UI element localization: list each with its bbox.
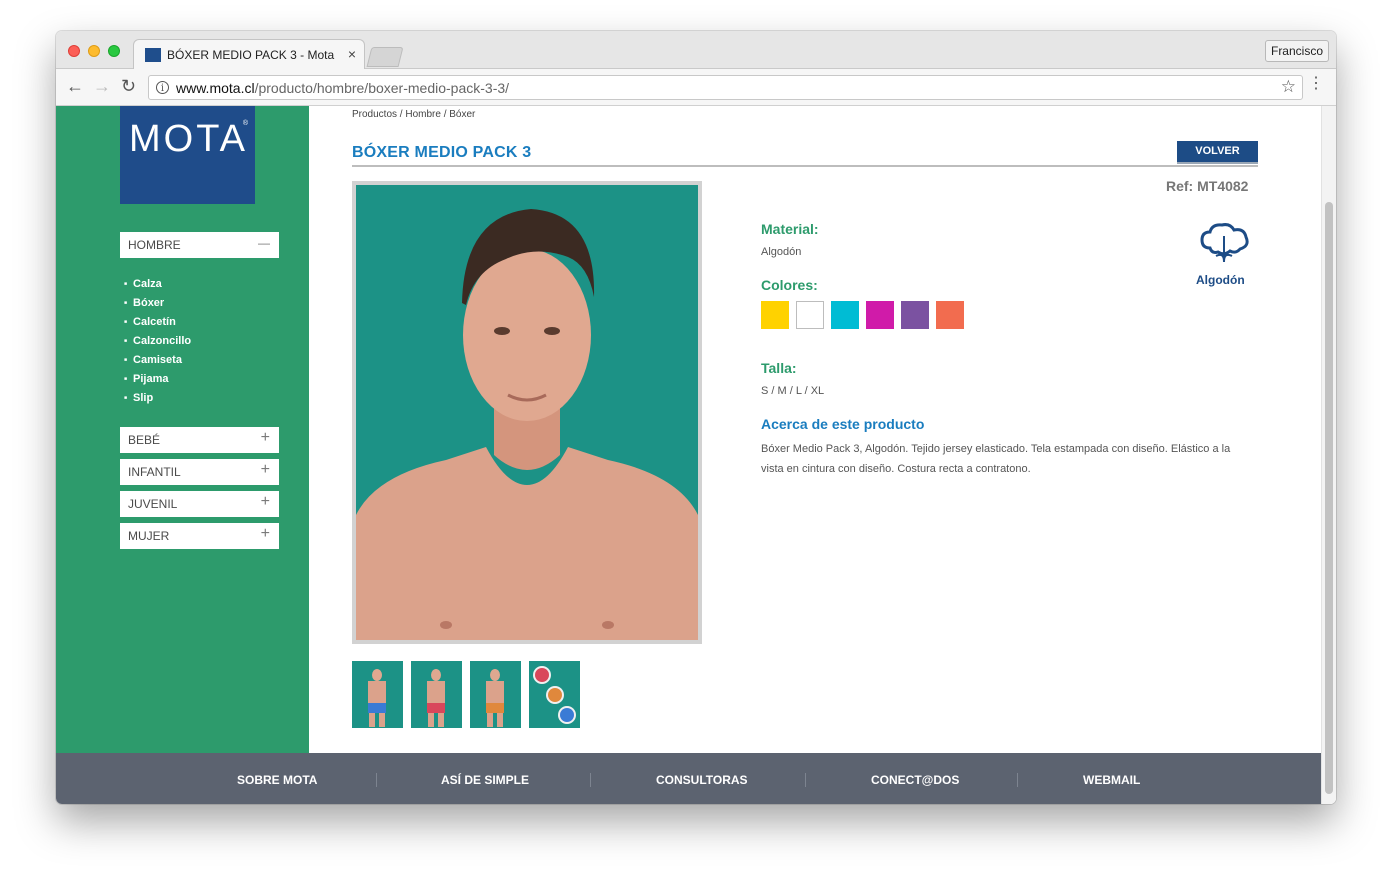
footer-separator bbox=[376, 773, 377, 787]
thumbnail-3[interactable] bbox=[470, 661, 521, 728]
subcategory-item[interactable]: Camiseta bbox=[124, 354, 191, 373]
thumbnail-illustration bbox=[470, 661, 521, 728]
main-content: Productos / Hombre / Bóxer BÓXER MEDIO P… bbox=[309, 106, 1321, 753]
browser-toolbar: ← → ↻ i www.mota.cl/producto/hombre/boxe… bbox=[56, 69, 1336, 106]
footer: SOBRE MOTA ASÍ DE SIMPLE CONSULTORAS CON… bbox=[56, 753, 1321, 804]
mota-logo[interactable]: MOTA ® bbox=[120, 106, 255, 204]
color-swatch-orange[interactable] bbox=[936, 301, 964, 329]
logo-registered-mark: ® bbox=[242, 120, 248, 127]
cotton-icon bbox=[1200, 223, 1249, 263]
category-label: HOMBRE bbox=[128, 238, 181, 252]
browser-window: BÓXER MEDIO PACK 3 - Mota × Francisco ← … bbox=[56, 31, 1336, 804]
collapse-icon[interactable]: — bbox=[258, 236, 270, 250]
category-hombre[interactable]: HOMBRE — bbox=[120, 232, 279, 258]
scrollbar-thumb[interactable] bbox=[1325, 202, 1333, 794]
about-text: Bóxer Medio Pack 3, Algodón. Tejido jers… bbox=[761, 443, 1231, 475]
close-tab-icon[interactable]: × bbox=[348, 46, 356, 62]
about-title: Acerca de este producto bbox=[761, 416, 925, 432]
color-swatch-purple[interactable] bbox=[901, 301, 929, 329]
zoom-window-button[interactable] bbox=[108, 45, 120, 57]
footer-separator bbox=[1017, 773, 1018, 787]
subcategory-list: Calza Bóxer Calcetín Calzoncillo Camiset… bbox=[124, 278, 191, 411]
bookmark-star-icon[interactable]: ☆ bbox=[1281, 77, 1296, 97]
expand-icon[interactable]: + bbox=[261, 525, 270, 543]
footer-link-asi-de-simple[interactable]: ASÍ DE SIMPLE bbox=[441, 773, 529, 787]
subcategory-item[interactable]: Calcetín bbox=[124, 316, 191, 335]
subcategory-item[interactable]: Calzoncillo bbox=[124, 335, 191, 354]
product-ref: Ref: MT4082 bbox=[1166, 178, 1249, 194]
thumbnail-4[interactable] bbox=[529, 661, 580, 728]
profile-button[interactable]: Francisco bbox=[1265, 40, 1329, 62]
thumbnail-illustration bbox=[352, 661, 403, 728]
browser-tab[interactable]: BÓXER MEDIO PACK 3 - Mota × bbox=[133, 39, 365, 69]
size-value: S / M / L / XL bbox=[761, 385, 825, 397]
expand-icon[interactable]: + bbox=[261, 461, 270, 479]
color-swatch-white[interactable] bbox=[796, 301, 824, 329]
address-bar[interactable]: i www.mota.cl/producto/hombre/boxer-medi… bbox=[148, 75, 1303, 100]
sidebar: MOTA ® HOMBRE — Calza Bóxer Calcetín Cal… bbox=[56, 106, 309, 753]
footer-link-conectados[interactable]: CONECT@DOS bbox=[871, 773, 959, 787]
footer-link-consultoras[interactable]: CONSULTORAS bbox=[656, 773, 748, 787]
category-label: JUVENIL bbox=[128, 497, 178, 511]
material-value: Algodón bbox=[761, 246, 802, 258]
product-photo bbox=[356, 185, 698, 640]
browser-menu-icon[interactable]: ⋮ bbox=[1308, 76, 1324, 92]
color-swatch-magenta[interactable] bbox=[866, 301, 894, 329]
main-product-image[interactable] bbox=[352, 181, 702, 644]
expand-icon[interactable]: + bbox=[261, 429, 270, 447]
category-juvenil[interactable]: JUVENIL + bbox=[120, 491, 279, 517]
thumbnail-illustration bbox=[529, 661, 580, 728]
category-label: INFANTIL bbox=[128, 465, 181, 479]
thumbnail-illustration bbox=[411, 661, 462, 728]
footer-link-webmail[interactable]: WEBMAIL bbox=[1083, 773, 1140, 787]
thumbnail-2[interactable] bbox=[411, 661, 462, 728]
tab-title: BÓXER MEDIO PACK 3 - Mota bbox=[167, 48, 335, 62]
subcategory-item[interactable]: Slip bbox=[124, 392, 191, 411]
subcategory-item[interactable]: Bóxer bbox=[124, 297, 191, 316]
title-divider bbox=[352, 165, 1258, 167]
url-path: /producto/hombre/boxer-medio-pack-3-3/ bbox=[254, 80, 510, 96]
back-arrow-icon[interactable]: ← bbox=[66, 77, 84, 95]
url-text[interactable]: www.mota.cl/producto/hombre/boxer-medio-… bbox=[176, 80, 509, 96]
page-title: BÓXER MEDIO PACK 3 bbox=[352, 144, 532, 161]
url-host: www.mota.cl bbox=[176, 80, 255, 96]
favicon-icon bbox=[145, 48, 161, 62]
subcategory-item[interactable]: Pijama bbox=[124, 373, 191, 392]
new-tab-button[interactable] bbox=[366, 47, 404, 67]
footer-separator bbox=[805, 773, 806, 787]
category-infantil[interactable]: INFANTIL + bbox=[120, 459, 279, 485]
vertical-scrollbar[interactable] bbox=[1321, 106, 1336, 804]
footer-link-sobre-mota[interactable]: SOBRE MOTA bbox=[237, 773, 317, 787]
page-viewport: MOTA ® HOMBRE — Calza Bóxer Calcetín Cal… bbox=[56, 106, 1336, 804]
cotton-badge-label: Algodón bbox=[1196, 273, 1245, 287]
footer-separator bbox=[590, 773, 591, 787]
material-label: Material: bbox=[761, 221, 819, 237]
colors-label: Colores: bbox=[761, 277, 818, 293]
subcategory-item[interactable]: Calza bbox=[124, 278, 191, 297]
category-label: BEBÉ bbox=[128, 433, 161, 447]
forward-arrow-icon[interactable]: → bbox=[93, 77, 111, 95]
title-bar: BÓXER MEDIO PACK 3 - Mota × Francisco bbox=[56, 31, 1336, 69]
minimize-window-button[interactable] bbox=[88, 45, 100, 57]
category-mujer[interactable]: MUJER + bbox=[120, 523, 279, 549]
back-button[interactable]: VOLVER bbox=[1177, 141, 1258, 162]
thumbnail-1[interactable] bbox=[352, 661, 403, 728]
expand-icon[interactable]: + bbox=[261, 493, 270, 511]
model-photo-illustration bbox=[356, 185, 698, 640]
category-bebe[interactable]: BEBÉ + bbox=[120, 427, 279, 453]
color-swatch-yellow[interactable] bbox=[761, 301, 789, 329]
logo-text: MOTA bbox=[129, 118, 248, 160]
info-icon[interactable]: i bbox=[156, 81, 169, 94]
color-swatch-cyan[interactable] bbox=[831, 301, 859, 329]
breadcrumb[interactable]: Productos / Hombre / Bóxer bbox=[352, 109, 475, 120]
reload-icon[interactable]: ↻ bbox=[121, 77, 136, 95]
close-window-button[interactable] bbox=[68, 45, 80, 57]
size-label: Talla: bbox=[761, 360, 797, 376]
category-label: MUJER bbox=[128, 529, 170, 543]
